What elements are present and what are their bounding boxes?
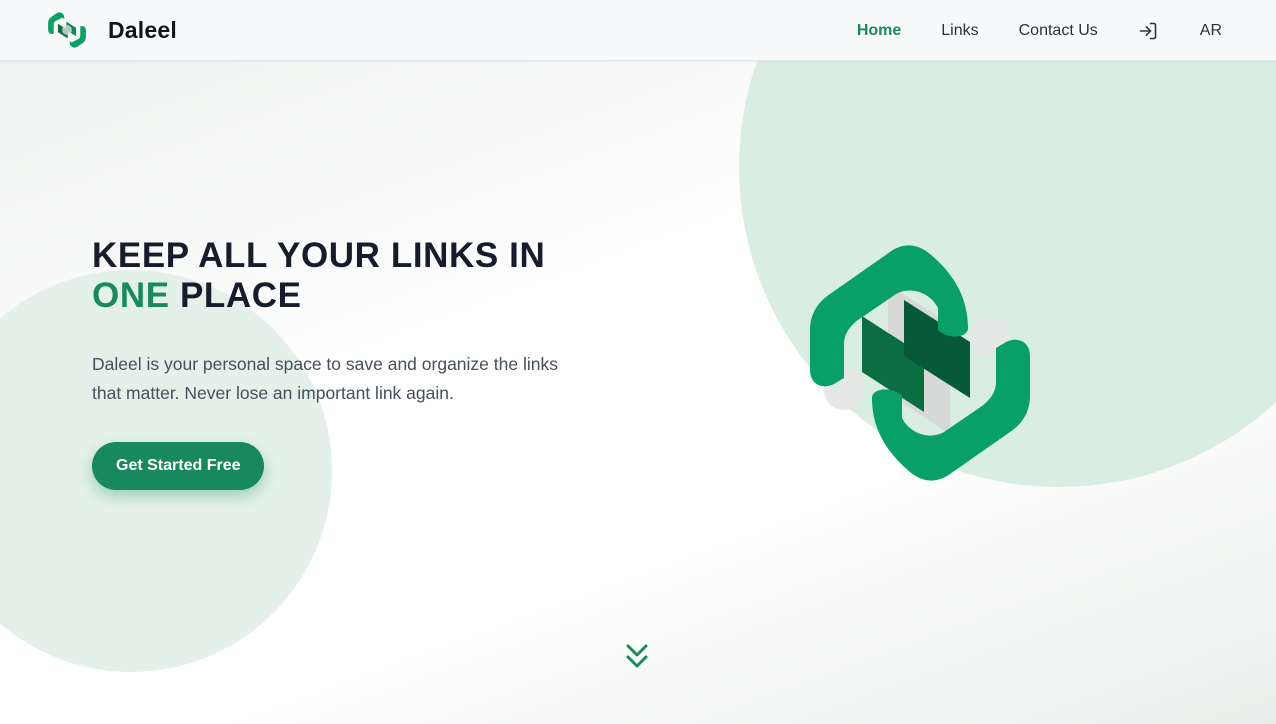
login-icon[interactable] [1138,20,1160,42]
hero-title: KEEP ALL YOUR LINKS IN ONE PLACE [92,236,652,316]
hero-title-accent: ONE [92,276,170,315]
brand[interactable]: Daleel [46,7,177,53]
language-toggle[interactable]: AR [1200,22,1222,40]
hero-subtitle: Daleel is your personal space to save an… [92,354,558,403]
page-background: Daleel Home Links Contact Us AR KEEP ALL… [0,0,1276,724]
double-chevron-down-icon[interactable] [625,642,649,672]
navbar: Daleel Home Links Contact Us AR [0,0,1276,61]
hero-logo-graphic [810,245,1030,481]
hero-title-rest: PLACE [169,276,302,315]
daleel-logo-icon [48,12,86,48]
nav-contact-link[interactable]: Contact Us [1019,22,1098,40]
brand-name: Daleel [108,16,177,43]
nav-links-link[interactable]: Links [941,22,978,40]
hero-section: KEEP ALL YOUR LINKS IN ONE PLACE Daleel … [92,236,652,490]
hero-title-line1: KEEP ALL YOUR LINKS IN [92,236,546,275]
nav-home-link[interactable]: Home [857,22,901,40]
get-started-button[interactable]: Get Started Free [92,442,265,490]
main-nav: Home Links Contact Us AR [857,0,1222,61]
